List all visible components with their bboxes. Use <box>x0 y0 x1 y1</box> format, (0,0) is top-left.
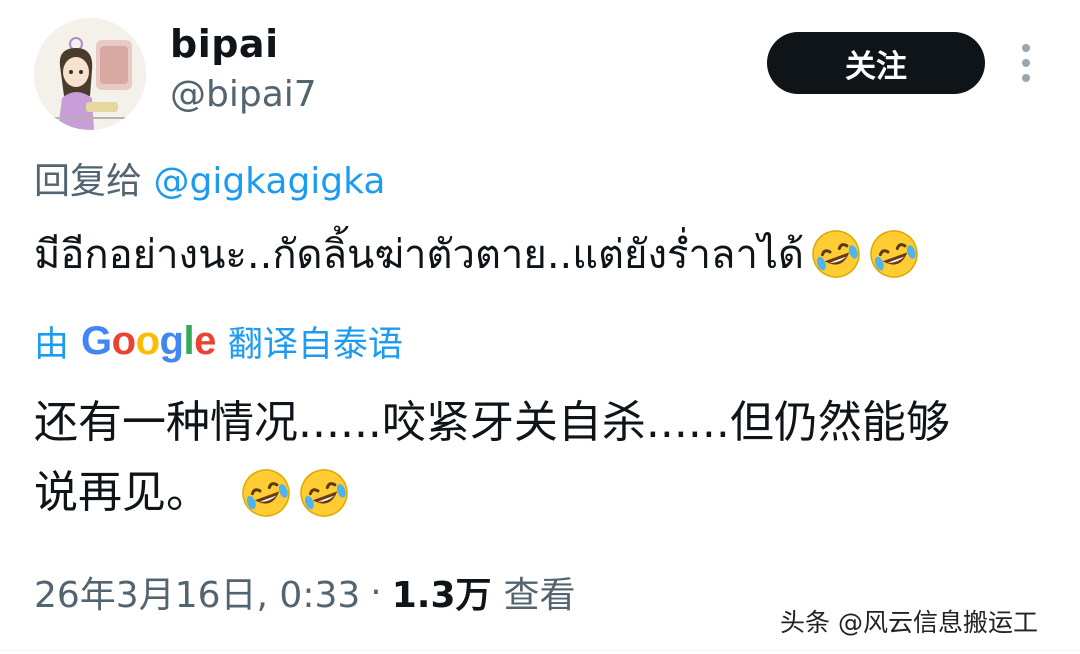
original-text: มีอีกอย่างนะ..กัดลิ้นฆ่าตัวตาย..แต่ยังร่… <box>34 232 804 278</box>
translated-tweet-text: 还有一种情况......咬紧牙关自杀......但仍然能够 说再见。 <box>34 388 1044 528</box>
laughing-emoji-icon <box>240 467 292 519</box>
avatar[interactable] <box>34 18 146 130</box>
display-name[interactable]: bipai <box>170 22 279 66</box>
reply-prefix: 回复给 <box>34 161 143 202</box>
follow-button[interactable]: 关注 <box>767 32 985 94</box>
views-label[interactable]: 查看 <box>504 566 576 618</box>
divider <box>0 650 1080 651</box>
timestamp-link[interactable]: 26年3月16日, 0:33 <box>34 566 360 618</box>
tweet-meta: 26年3月16日, 0:33 · 1.3万 查看 <box>34 566 576 618</box>
dot-icon <box>1022 74 1030 82</box>
reply-context: 回复给 @gigkagigka <box>34 152 385 204</box>
more-options-icon[interactable] <box>1010 40 1042 86</box>
google-logo: Google <box>81 319 216 363</box>
reply-mention-link[interactable]: @gigkagigka <box>153 161 385 202</box>
laughing-emoji-icon <box>868 228 920 280</box>
dot-icon <box>1022 59 1030 67</box>
user-handle[interactable]: @bipai7 <box>170 74 317 115</box>
watermark: 头条 @风云信息搬运工 <box>780 608 1038 637</box>
views-count: 1.3万 <box>391 575 492 616</box>
dot-icon <box>1022 44 1030 52</box>
translated-line-2: 说再见。 <box>34 467 210 518</box>
translation-prefix: 由 <box>34 325 70 365</box>
meta-separator: · <box>370 571 382 613</box>
original-tweet-text: มีอีกอย่างนะ..กัดลิ้นฆ่าตัวตาย..แต่ยังร่… <box>34 222 920 286</box>
translation-suffix: 翻译自泰语 <box>227 325 403 365</box>
laughing-emoji-icon <box>810 228 862 280</box>
translated-line-1: 还有一种情况......咬紧牙关自杀......但仍然能够 <box>34 397 950 448</box>
laughing-emoji-icon <box>298 467 350 519</box>
tweet-card: bipai @bipai7 关注 回复给 @gigkagigka มีอีกอย… <box>0 0 1080 654</box>
translation-notice[interactable]: 由 Google 翻译自泰语 <box>34 316 403 367</box>
